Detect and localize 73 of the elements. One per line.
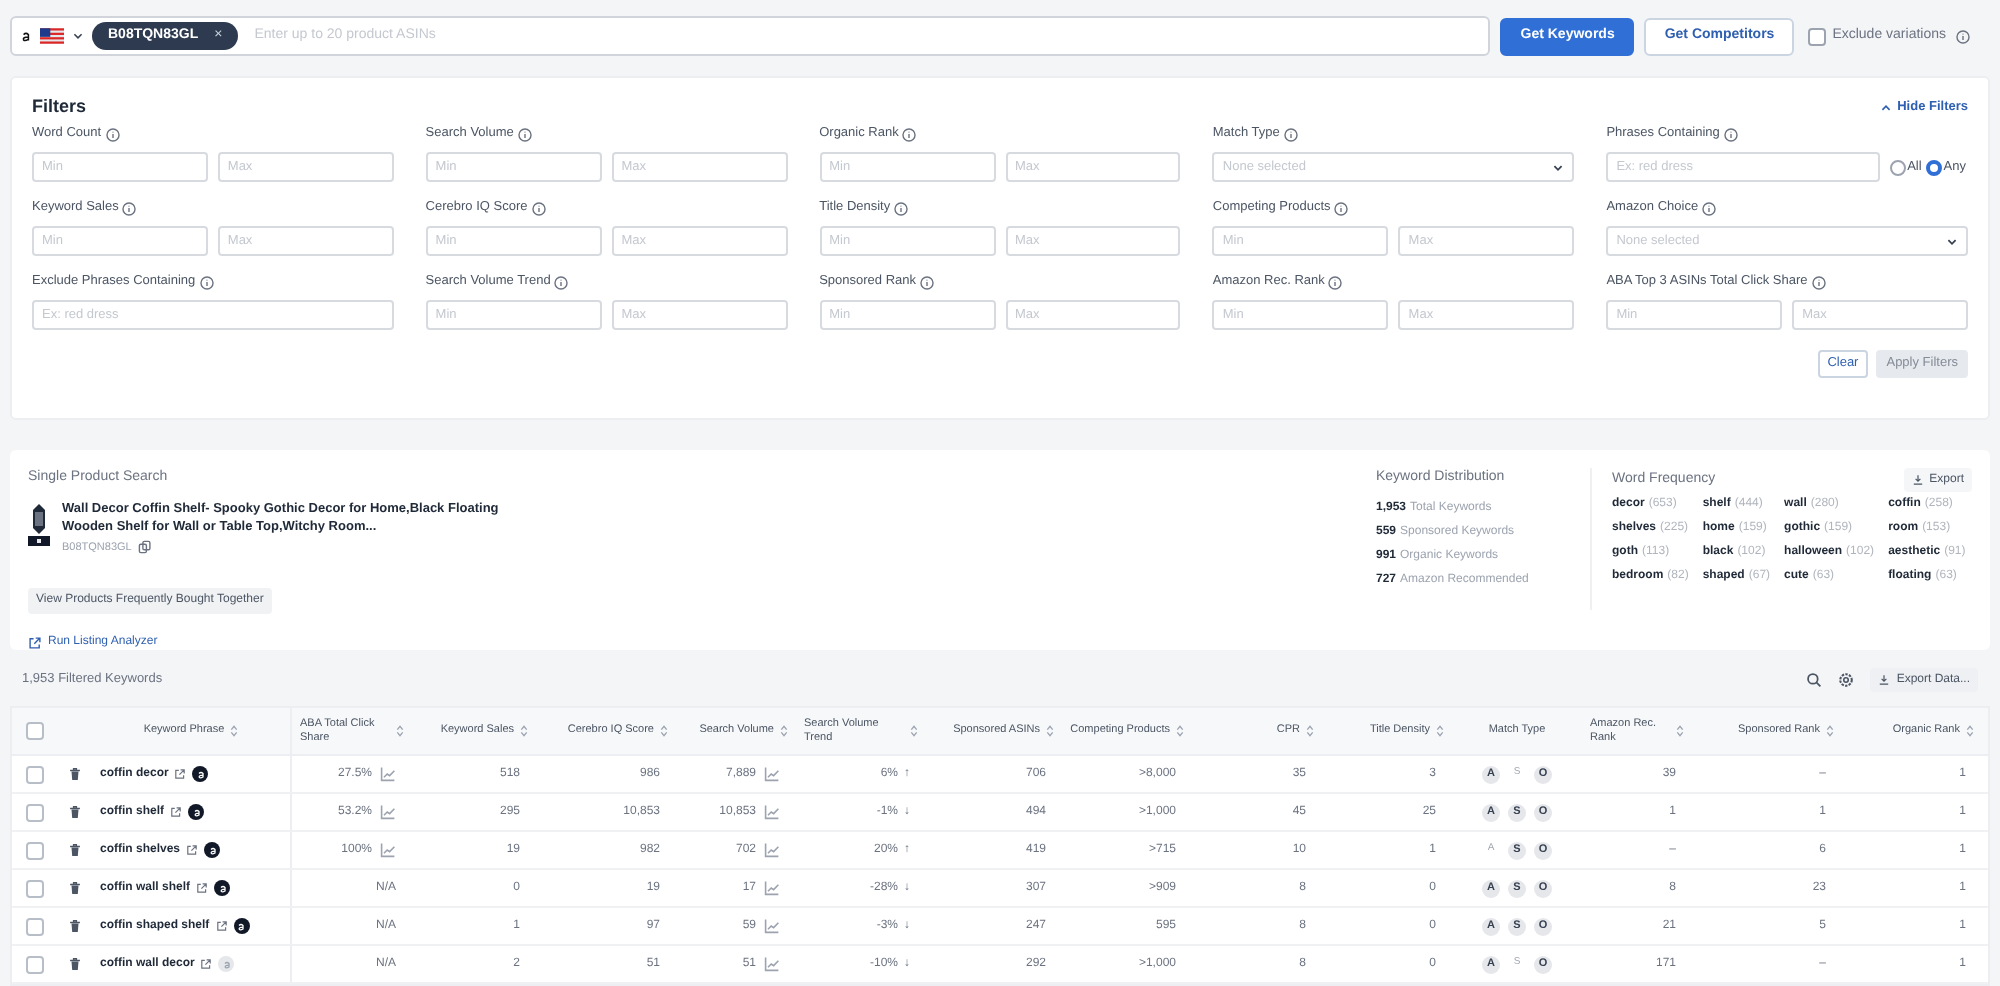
sort-icon[interactable] bbox=[230, 724, 239, 738]
sort-icon[interactable] bbox=[1966, 724, 1974, 738]
select-all-checkbox[interactable] bbox=[25, 722, 43, 740]
trash-icon[interactable] bbox=[67, 880, 81, 896]
trash-icon[interactable] bbox=[67, 804, 81, 820]
info-icon bbox=[1956, 29, 1970, 43]
settings-icon[interactable] bbox=[1838, 672, 1855, 688]
chevron-up-icon[interactable] bbox=[1879, 102, 1892, 114]
info-icon bbox=[902, 127, 917, 141]
checkbox[interactable] bbox=[1808, 27, 1827, 45]
chart-icon[interactable] bbox=[764, 956, 780, 972]
chart-icon[interactable] bbox=[764, 880, 780, 896]
row-checkbox[interactable] bbox=[25, 765, 43, 783]
external-link-icon[interactable] bbox=[196, 882, 209, 894]
external-link-icon[interactable] bbox=[200, 958, 213, 970]
download-icon[interactable] bbox=[1911, 474, 1924, 486]
info-icon bbox=[105, 127, 120, 141]
chart-icon[interactable] bbox=[764, 766, 780, 782]
chart-icon[interactable] bbox=[380, 804, 396, 820]
external-link-icon[interactable] bbox=[186, 844, 199, 856]
sort-icon[interactable] bbox=[520, 724, 528, 738]
info-icon bbox=[122, 201, 137, 215]
info-icon bbox=[894, 201, 909, 215]
sort-icon[interactable] bbox=[1436, 724, 1444, 738]
chevron-down-icon[interactable] bbox=[1946, 235, 1958, 247]
info-icon bbox=[531, 201, 546, 215]
info-icon bbox=[1811, 275, 1826, 289]
trash-icon[interactable] bbox=[67, 918, 81, 934]
sort-icon[interactable] bbox=[1676, 724, 1684, 738]
info-icon bbox=[1334, 201, 1349, 215]
filters-heading: Filters bbox=[32, 94, 87, 121]
chart-icon[interactable] bbox=[380, 766, 396, 782]
search-icon[interactable] bbox=[1806, 672, 1823, 688]
chart-icon[interactable] bbox=[764, 804, 780, 820]
flag-icon[interactable] bbox=[40, 28, 64, 44]
info-icon bbox=[1328, 275, 1343, 289]
row-checkbox[interactable] bbox=[25, 917, 43, 935]
marketplace-logo-icon[interactable] bbox=[20, 29, 32, 43]
row-checkbox[interactable] bbox=[25, 955, 43, 973]
sort-icon[interactable] bbox=[396, 724, 404, 738]
copy-icon[interactable] bbox=[137, 540, 152, 555]
radio-button[interactable] bbox=[1889, 159, 1906, 175]
info-icon bbox=[1283, 127, 1298, 141]
download-icon[interactable] bbox=[1878, 674, 1891, 686]
sort-icon[interactable] bbox=[910, 724, 918, 738]
trash-icon[interactable] bbox=[67, 956, 81, 972]
row-checkbox[interactable] bbox=[25, 841, 43, 859]
chevron-down-icon[interactable] bbox=[1552, 161, 1565, 173]
sort-icon[interactable] bbox=[1046, 724, 1054, 738]
sort-icon[interactable] bbox=[780, 724, 788, 738]
info-icon bbox=[1702, 201, 1717, 215]
external-link-icon[interactable] bbox=[28, 635, 42, 650]
chevron-down-icon[interactable] bbox=[72, 30, 84, 42]
trash-icon[interactable] bbox=[67, 766, 81, 782]
info-icon bbox=[517, 127, 532, 141]
chart-icon[interactable] bbox=[380, 842, 396, 858]
info-icon bbox=[554, 275, 569, 289]
radio-button[interactable] bbox=[1925, 159, 1942, 175]
info-icon bbox=[1723, 127, 1738, 141]
sort-icon[interactable] bbox=[1176, 724, 1184, 738]
external-link-icon[interactable] bbox=[215, 920, 228, 932]
sort-icon[interactable] bbox=[660, 724, 668, 738]
external-link-icon[interactable] bbox=[174, 768, 187, 780]
external-link-icon[interactable] bbox=[170, 806, 183, 818]
info-icon bbox=[920, 275, 935, 289]
chart-icon[interactable] bbox=[764, 842, 780, 858]
info-icon bbox=[199, 275, 214, 289]
sort-icon[interactable] bbox=[1826, 724, 1834, 738]
row-checkbox[interactable] bbox=[25, 879, 43, 897]
row-checkbox[interactable] bbox=[25, 803, 43, 821]
chart-icon[interactable] bbox=[764, 918, 780, 934]
sort-icon[interactable] bbox=[1306, 724, 1314, 738]
trash-icon[interactable] bbox=[67, 842, 81, 858]
